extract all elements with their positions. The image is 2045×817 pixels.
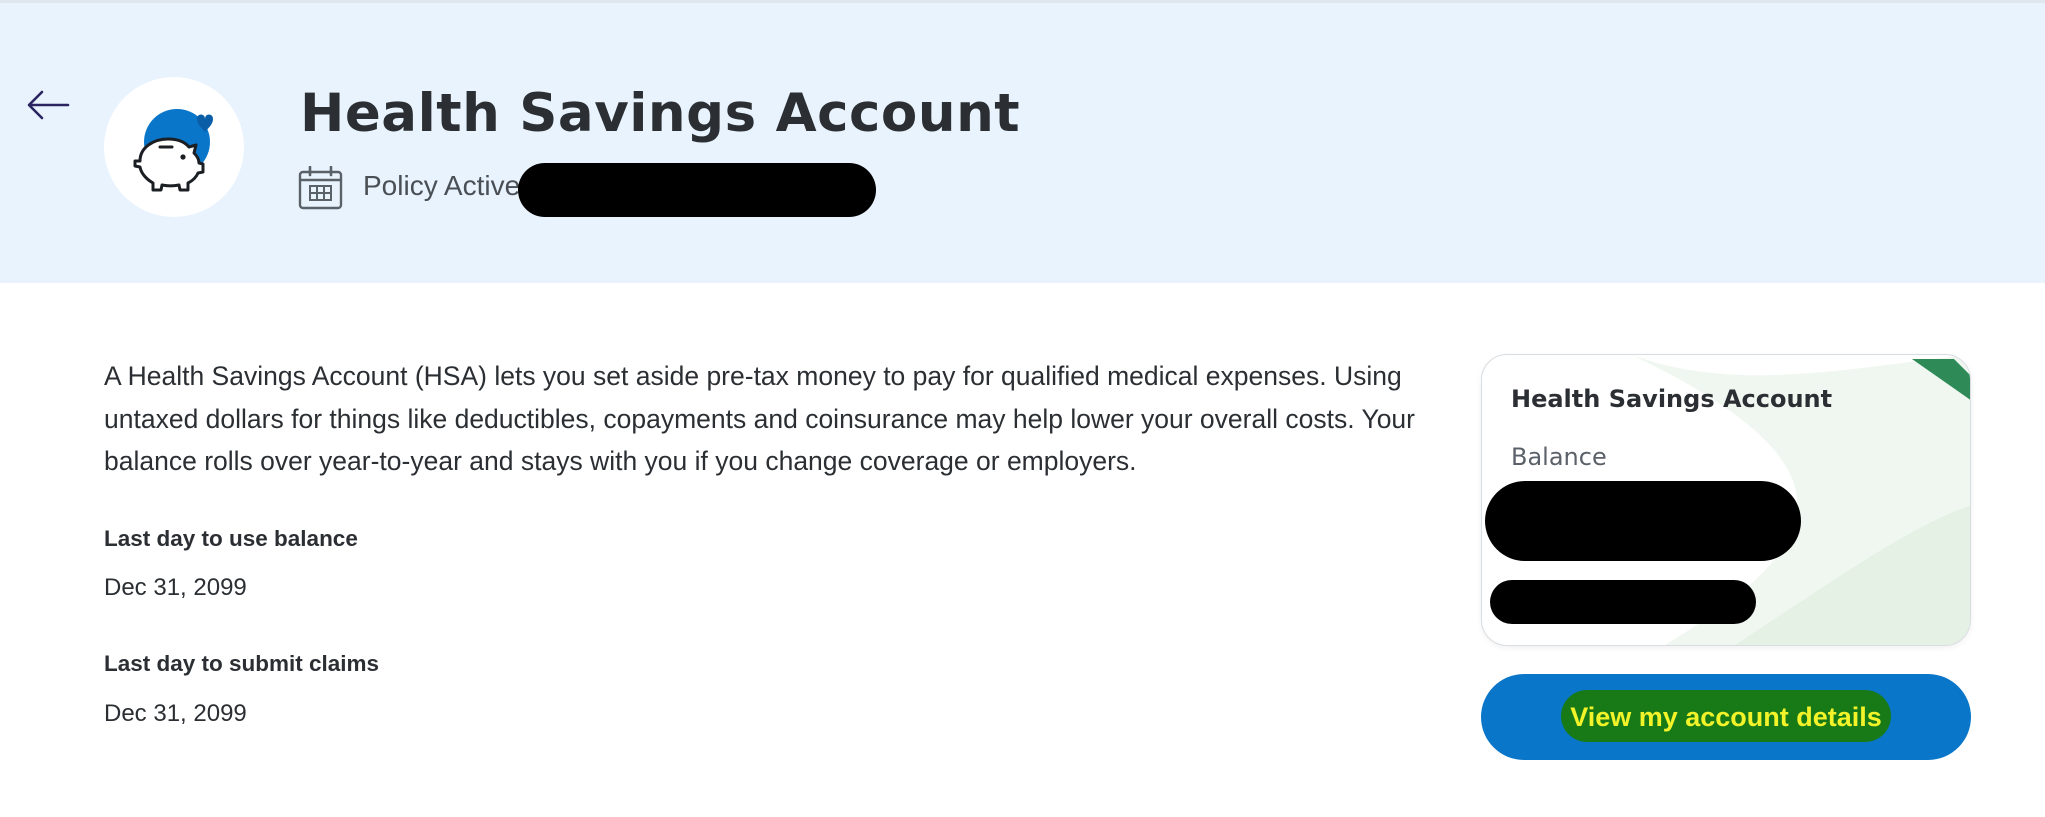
view-account-details-button[interactable]: View my account details xyxy=(1481,674,1971,760)
back-arrow-icon[interactable] xyxy=(26,87,70,123)
avatar xyxy=(104,77,244,217)
page-title: Health Savings Account xyxy=(300,83,1021,144)
use-balance-label: Last day to use balance xyxy=(104,526,358,551)
submit-claims-label: Last day to submit claims xyxy=(104,651,380,676)
piggy-bank-icon xyxy=(133,109,213,192)
card-title: Health Savings Account xyxy=(1511,385,1833,413)
redacted-balance-detail xyxy=(1490,580,1756,624)
hsa-description: A Health Savings Account (HSA) lets you … xyxy=(104,361,1415,476)
use-balance-date: Dec 31, 2099 xyxy=(104,574,247,601)
redacted-policy-date xyxy=(518,163,876,217)
calendar-icon xyxy=(298,166,343,210)
policy-status: Policy Active xyxy=(363,170,521,201)
page-header: Health Savings Account Policy Active xyxy=(0,0,2045,283)
submit-claims-date: Dec 31, 2099 xyxy=(104,700,247,727)
account-summary-card: Health Savings Account Balance xyxy=(1481,354,1971,646)
redacted-balance-amount xyxy=(1485,481,1801,561)
balance-label: Balance xyxy=(1511,443,1607,471)
view-account-details-label: View my account details xyxy=(1570,702,1882,732)
back-button[interactable] xyxy=(26,87,70,123)
